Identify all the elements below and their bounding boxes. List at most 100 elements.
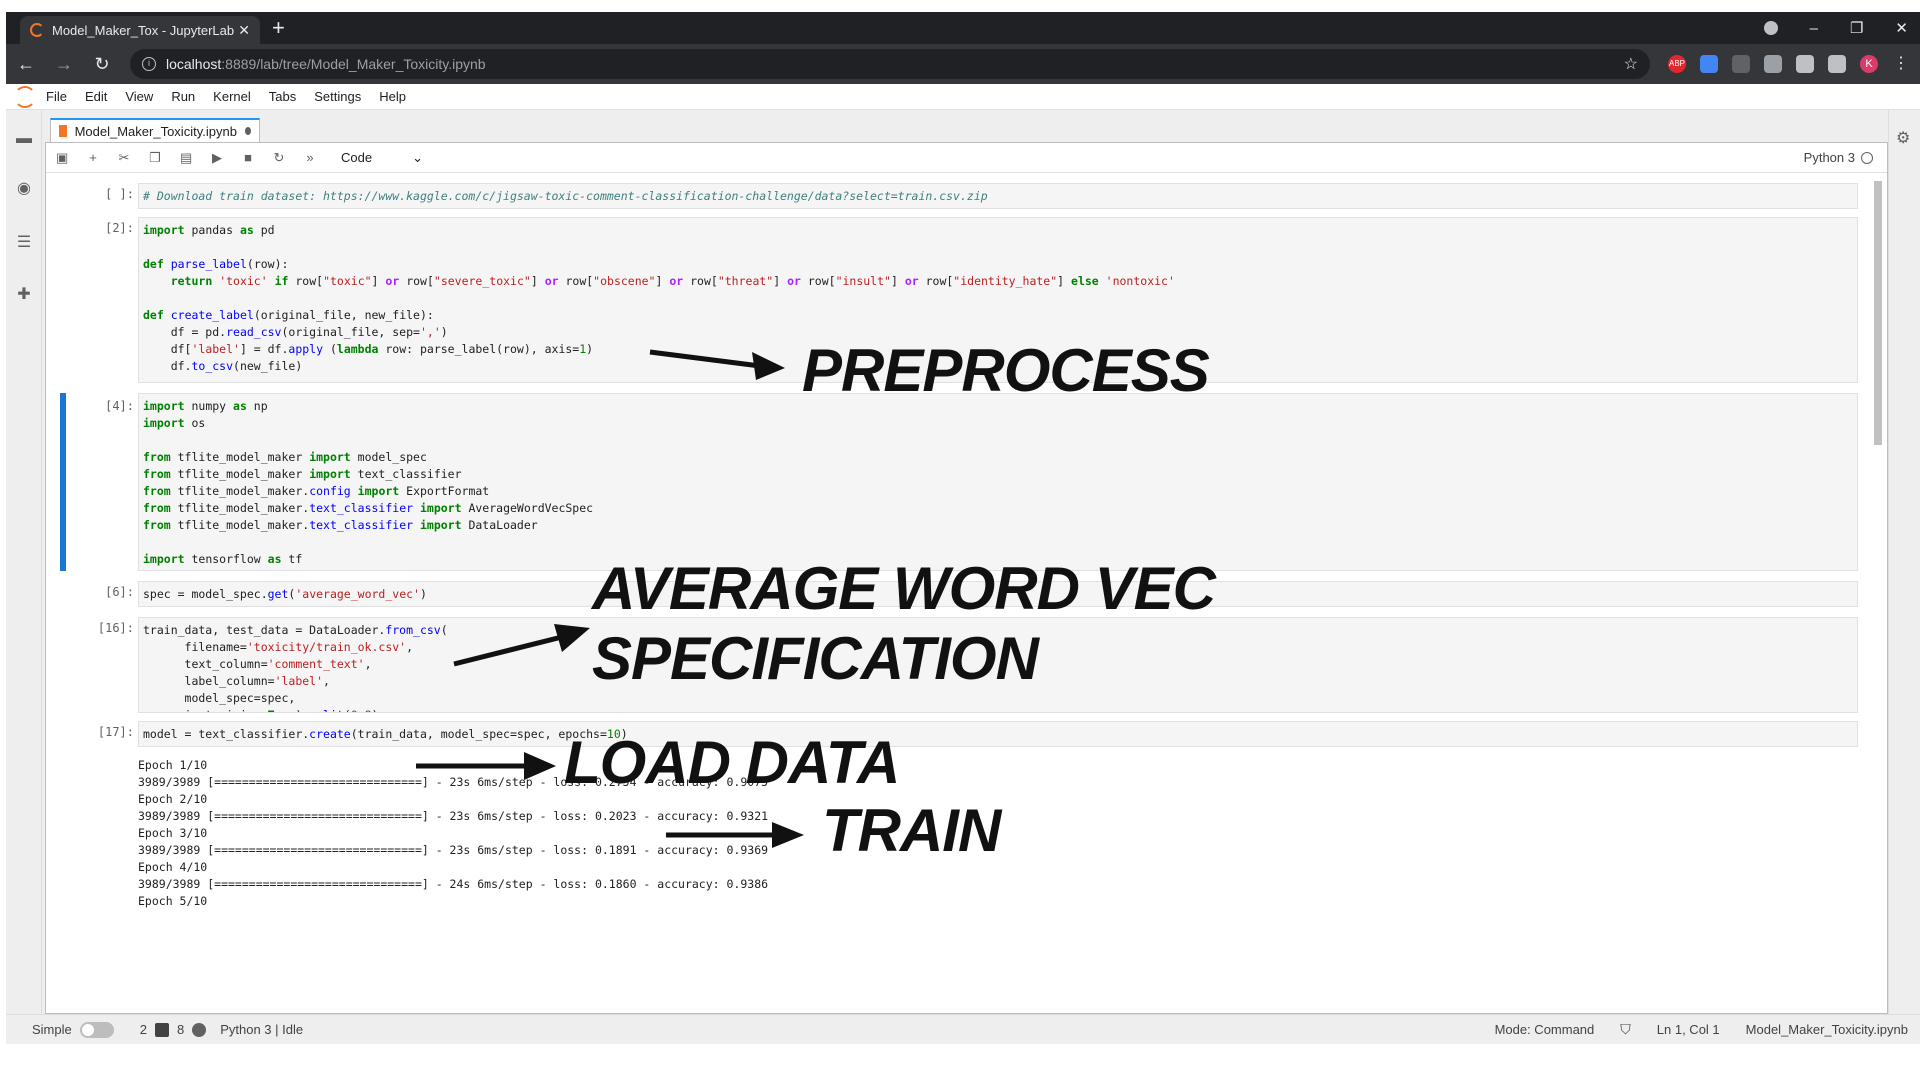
chevron-down-icon: ⌄ [412, 149, 423, 165]
menu-kernel[interactable]: Kernel [213, 89, 251, 104]
stop-icon[interactable]: ■ [242, 150, 254, 165]
annotation-train: TRAIN [822, 797, 1001, 864]
folder-icon[interactable]: ▬ [15, 130, 33, 148]
code-cell[interactable]: [17]: model = text_classifier.create(tra… [56, 721, 1858, 747]
menu-view[interactable]: View [125, 89, 153, 104]
cell-prompt: [ ]: [105, 187, 134, 201]
status-filename: Model_Maker_Toxicity.ipynb [1745, 1022, 1908, 1037]
notebook-tab-title: Model_Maker_Toxicity.ipynb [74, 123, 237, 139]
property-inspector-icon[interactable]: ⚙ [1896, 128, 1910, 148]
fast-forward-icon[interactable]: » [304, 150, 316, 165]
cell-prompt: [4]: [105, 399, 134, 413]
add-cell-icon[interactable]: + [87, 150, 99, 165]
annotation-preprocess: PREPROCESS [802, 337, 1210, 404]
terminal-icon[interactable] [154, 1022, 169, 1037]
cut-icon[interactable]: ✂ [118, 150, 130, 166]
cell-editor[interactable]: # Download train dataset: https://www.ka… [138, 183, 1858, 209]
cursor-position[interactable]: Ln 1, Col 1 [1657, 1022, 1720, 1037]
paste-icon[interactable]: ▤ [180, 150, 192, 166]
browser-tab-title: Model_Maker_Tox - JupyterLab [52, 22, 235, 38]
kernel-name: Python 3 [1803, 150, 1855, 165]
restore-icon[interactable]: ❐ [1850, 19, 1863, 37]
cell-type-value: Code [341, 149, 373, 165]
average-word-vec-arrow [453, 624, 590, 667]
reading-list-icon[interactable] [1828, 55, 1846, 73]
annotation-specification: SPECIFICATION [592, 625, 1039, 692]
browser-menu-icon[interactable]: ⋮ [1892, 55, 1910, 73]
site-info-icon[interactable]: i [142, 57, 156, 71]
bookmark-star-icon[interactable]: ☆ [1624, 54, 1638, 74]
notebook-tab[interactable]: Model_Maker_Toxicity.ipynb [50, 118, 260, 142]
terminals-count[interactable]: 2 [140, 1022, 147, 1037]
status-bar: Simple 2 8 Python 3 | Idle Mode: Command… [6, 1014, 1920, 1044]
kernel-status[interactable]: Python 3 | Idle [220, 1022, 303, 1037]
close-window-icon[interactable]: ✕ [1895, 19, 1908, 37]
close-tab-icon[interactable]: ✕ [238, 22, 250, 39]
code-cell[interactable]: [ ]: # Download train dataset: https://w… [56, 183, 1858, 209]
restart-icon[interactable]: ↻ [273, 150, 285, 166]
output-line: Epoch 5/10 [138, 894, 208, 908]
right-sidebar: ⚙ [1888, 110, 1920, 1014]
annotation-load-data: LOAD DATA [564, 729, 900, 796]
unsaved-dot-icon[interactable] [244, 127, 251, 135]
window-controls: – ❐ ✕ [1763, 12, 1908, 44]
kernel-indicator[interactable]: Python 3 [1804, 150, 1873, 165]
profile-avatar[interactable]: K [1860, 55, 1878, 73]
puzzle-icon[interactable] [1796, 55, 1814, 73]
browser-tab[interactable]: Model_Maker_Tox - JupyterLab ✕ [20, 16, 260, 44]
scrollbar[interactable] [1873, 175, 1883, 1011]
cell-editor[interactable]: import numpy as np import os from tflite… [138, 393, 1858, 571]
extensions-area: ABP K ⋮ [1668, 55, 1910, 73]
status-right: Mode: Command ⛉ Ln 1, Col 1 Model_Maker_… [1495, 1021, 1908, 1038]
new-tab-button[interactable]: + [272, 16, 285, 40]
cell-prompt: [6]: [105, 585, 134, 599]
cell-prompt: [2]: [105, 221, 134, 235]
kernel-idle-icon [1861, 151, 1873, 164]
toc-icon[interactable]: ☰ [15, 234, 33, 252]
extension-icon[interactable] [1732, 55, 1750, 73]
cell-editor[interactable]: model = text_classifier.create(train_dat… [138, 721, 1858, 747]
notebook-toolbar: ▣ + ✂ ❐ ▤ ▶ ■ ↻ » Code ⌄ Python 3 [46, 143, 1887, 173]
translate-icon[interactable] [1700, 55, 1718, 73]
menu-file[interactable]: File [46, 89, 67, 104]
trusted-shield-icon[interactable]: ⛉ [1620, 1021, 1631, 1038]
back-icon[interactable]: ← [16, 54, 36, 75]
menu-run[interactable]: Run [171, 89, 195, 104]
kernel-icon[interactable] [192, 1022, 207, 1037]
menu-edit[interactable]: Edit [85, 89, 107, 104]
jupyter-menubar: File Edit View Run Kernel Tabs Settings … [6, 84, 1920, 110]
output-line: Epoch 4/10 [138, 860, 208, 874]
train-arrow [666, 822, 804, 848]
running-icon[interactable]: ◉ [15, 180, 33, 198]
menu-help[interactable]: Help [379, 89, 406, 104]
jupyter-logo-icon [14, 85, 36, 108]
run-icon[interactable]: ▶ [211, 150, 223, 166]
url-path: :8889/lab/tree/Model_Maker_Toxicity.ipyn… [221, 56, 486, 72]
address-bar[interactable]: i localhost :8889/lab/tree/Model_Maker_T… [130, 49, 1650, 79]
annotation-average-word-vec: AVERAGE WORD VEC [592, 555, 1216, 622]
cell-prompt: [17]: [97, 725, 134, 739]
mode-indicator: Mode: Command [1494, 1022, 1595, 1037]
notebook-icon [59, 125, 67, 137]
simple-mode-toggle[interactable] [79, 1021, 114, 1038]
cell-type-select[interactable]: Code ⌄ [341, 150, 423, 166]
save-icon[interactable]: ▣ [56, 150, 68, 166]
minimize-icon[interactable]: – [1810, 20, 1818, 37]
reload-icon[interactable]: ↻ [92, 54, 112, 75]
code-cell-active[interactable]: [4]: import numpy as np import os from t… [56, 393, 1858, 571]
kernels-count[interactable]: 8 [177, 1022, 184, 1037]
adblock-icon[interactable]: ABP [1668, 55, 1686, 73]
scrollbar-thumb[interactable] [1874, 181, 1882, 445]
browser-titlebar: Model_Maker_Tox - JupyterLab ✕ + – ❐ ✕ [6, 12, 1920, 44]
output-line: 3989/3989 [=============================… [138, 877, 769, 891]
menu-tabs[interactable]: Tabs [269, 89, 296, 104]
url-host: localhost [166, 56, 222, 72]
media-control-icon[interactable] [1763, 21, 1778, 35]
cloud-icon[interactable] [1764, 55, 1782, 73]
forward-icon[interactable]: → [54, 54, 74, 75]
extension-manager-icon[interactable]: ✚ [15, 286, 33, 304]
cell-prompt: [16]: [97, 621, 134, 635]
simple-mode-label: Simple [32, 1022, 72, 1037]
menu-settings[interactable]: Settings [314, 89, 361, 104]
copy-icon[interactable]: ❐ [149, 150, 161, 166]
